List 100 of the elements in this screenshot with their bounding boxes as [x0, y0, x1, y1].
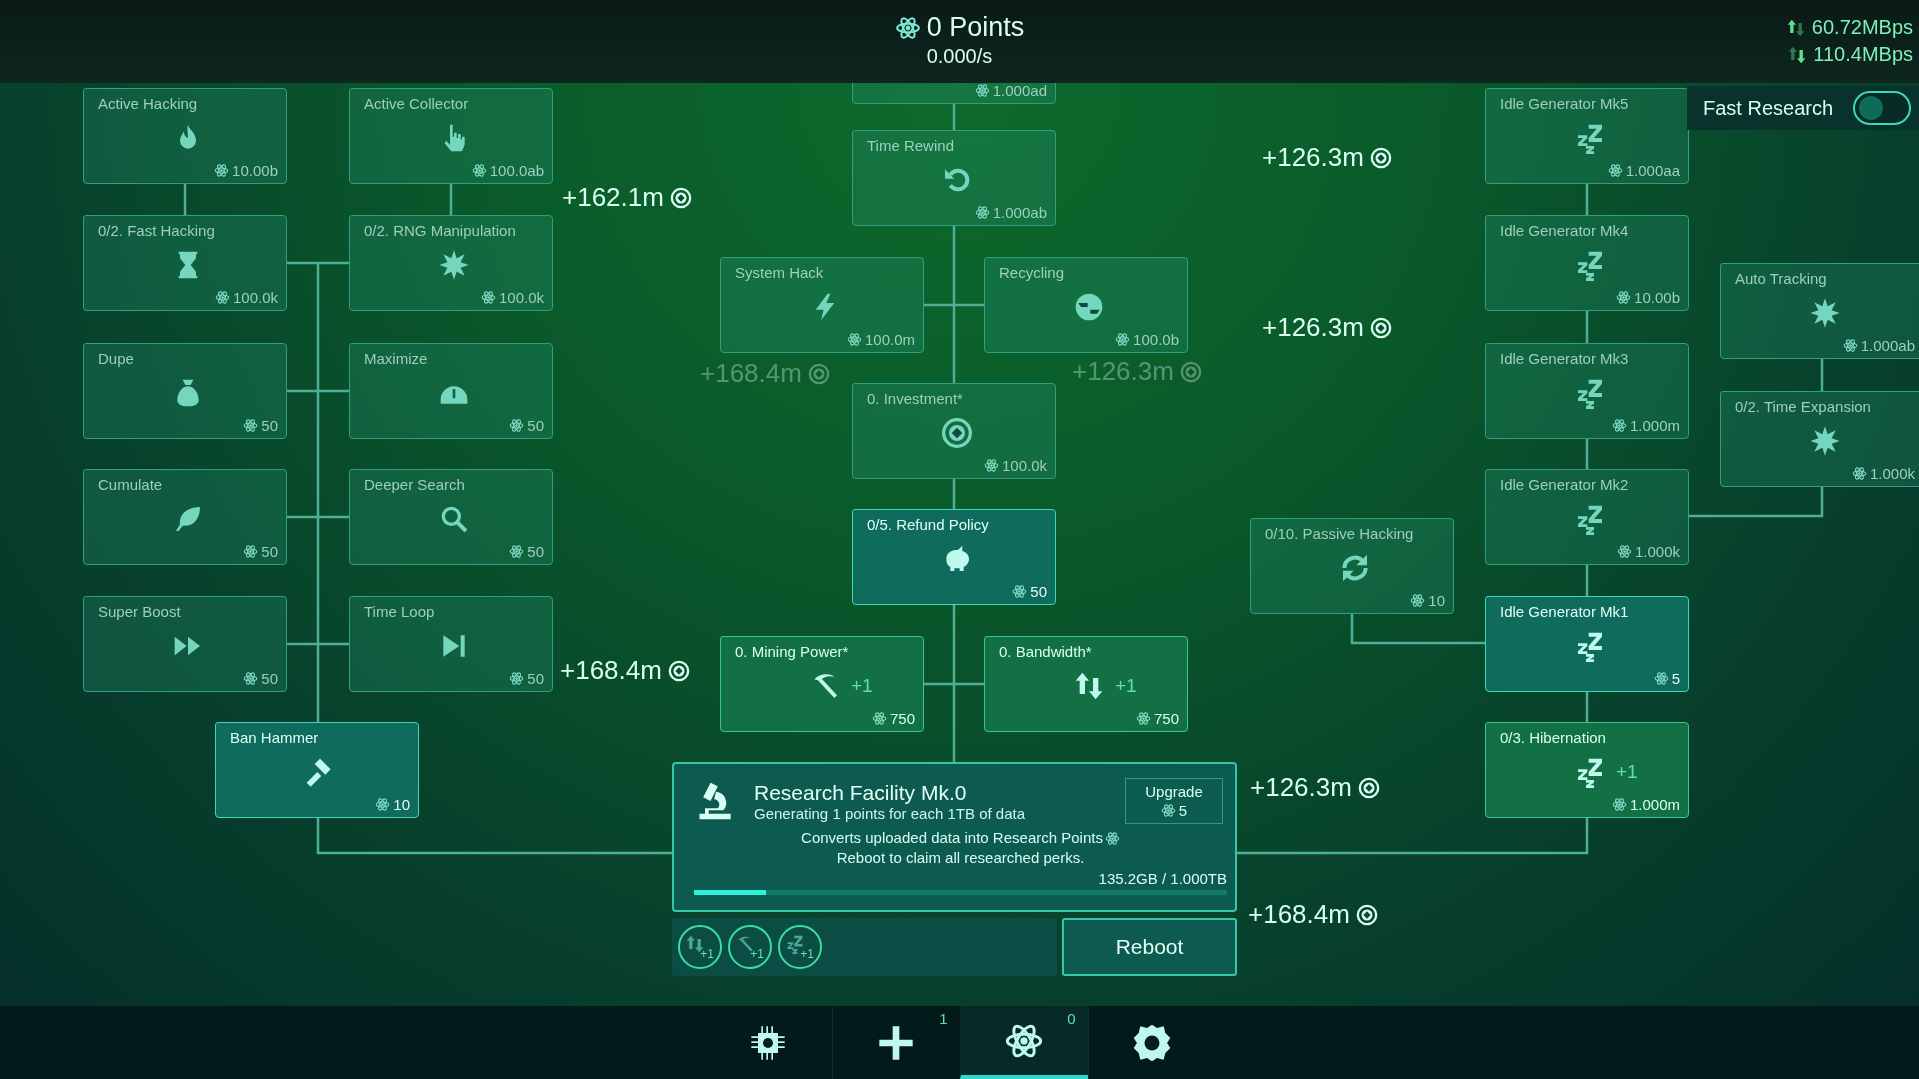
storage-reading: 135.2GB / 1.000TB: [1098, 870, 1227, 887]
cost-value: 1.000aa: [1625, 162, 1680, 179]
coin-icon: [807, 362, 830, 385]
atom-icon: [1611, 418, 1627, 433]
gain-amount: +126.3m: [1262, 142, 1364, 173]
perk-card[interactable]: Idle Generator Mk4 10.00b: [1485, 215, 1689, 311]
atom-icon: [509, 418, 525, 433]
perk-title: Idle Generator Mk2: [1500, 476, 1630, 494]
perk-title: Cumulate: [98, 476, 164, 494]
reboot-button[interactable]: Reboot: [1062, 918, 1237, 976]
cost-value: 750: [889, 710, 915, 727]
perk-title: System Hack: [735, 264, 825, 282]
perk-card[interactable]: Idle Generator Mk1 5: [1485, 596, 1689, 692]
perk-card[interactable]: Recycling 100.0b: [984, 257, 1188, 353]
perk-card[interactable]: Time Loop 50: [349, 596, 553, 692]
perk-card[interactable]: 0. Bandwidth* +1 750: [984, 636, 1188, 732]
perk-card[interactable]: Cumulate 50: [83, 469, 287, 565]
cost-value: 50: [527, 417, 544, 434]
cost-value: 1.000m: [1629, 796, 1680, 813]
nav-tab[interactable]: 1: [831, 1006, 960, 1079]
atom-icon: [1653, 671, 1669, 686]
perk-card[interactable]: Deeper Search 50: [349, 469, 553, 565]
perk-title: Deeper Search: [364, 476, 466, 494]
perk-card[interactable]: 0/5. Refund Policy 50: [852, 509, 1056, 605]
atom-icon: [1616, 544, 1632, 559]
perk-card[interactable]: Time Rewind 1.000ab: [852, 130, 1056, 226]
boost-button[interactable]: +1: [778, 925, 822, 969]
perk-card[interactable]: 0/10. Passive Hacking 10: [1250, 518, 1454, 614]
perk-title: Idle Generator Mk3: [1500, 350, 1630, 368]
cost-value: 100.0ab: [489, 162, 544, 179]
atom-icon: [871, 711, 887, 726]
perk-card[interactable]: System Hack 100.0m: [720, 257, 924, 353]
gain-amount: +126.3m: [1250, 772, 1352, 803]
connector-line: [1585, 311, 1589, 343]
perk-title: 0/2. Time Expansion: [1735, 398, 1872, 416]
perk-card[interactable]: 0. Mining Power* +1 750: [720, 636, 924, 732]
connector-line: [952, 104, 956, 130]
description-text: Converts uploaded data into Research Points: [801, 828, 1103, 848]
perk-card[interactable]: 0/2. Fast Hacking 100.0k: [83, 215, 287, 311]
perk-card[interactable]: 0. Investment* 100.0k: [852, 383, 1056, 479]
perk-card[interactable]: Auto Tracking 1.000ab: [1720, 263, 1919, 359]
perk-title: Idle Generator Mk5: [1500, 95, 1630, 113]
perk-card[interactable]: Super Boost 50: [83, 596, 287, 692]
gain-amount: +168.4m: [1248, 899, 1350, 930]
perk-card[interactable]: Ban Hammer 10: [215, 722, 419, 818]
connector-line: [1585, 184, 1589, 215]
perk-card[interactable]: 0/2. RNG Manipulation 100.0k: [349, 215, 553, 311]
perk-card[interactable]: 1.000ad: [852, 83, 1056, 104]
toggle-switch[interactable]: [1853, 91, 1911, 125]
perk-card[interactable]: 0/3. Hibernation +1 1.000m: [1485, 722, 1689, 818]
perk-title: Dupe: [98, 350, 135, 368]
atom-icon: [375, 797, 391, 812]
cost-value: 10.00b: [1634, 289, 1680, 306]
atom-icon: [983, 458, 999, 473]
atom-icon: [1410, 593, 1426, 608]
cost-value: 100.0k: [498, 289, 544, 306]
perk-card[interactable]: Idle Generator Mk2 1.000k: [1485, 469, 1689, 565]
gain-amount: +168.4m: [560, 655, 662, 686]
nav-tab[interactable]: 0: [959, 1006, 1088, 1079]
coin-icon: [669, 186, 692, 209]
upload-speed: 60.72MBps: [1811, 16, 1913, 39]
coin-icon: [1355, 903, 1378, 926]
atom-icon: [846, 332, 862, 347]
perk-title: Ban Hammer: [230, 729, 320, 747]
perk-card[interactable]: Active Hacking 10.00b: [83, 88, 287, 184]
cost-value: 5: [1671, 670, 1680, 687]
perk-title: 0/2. Fast Hacking: [98, 222, 216, 240]
count-label: 1: [939, 1010, 948, 1027]
boost-button[interactable]: +1: [728, 925, 772, 969]
connector-line: [1820, 359, 1824, 391]
perk-card[interactable]: Idle Generator Mk5 1.000aa: [1485, 88, 1689, 184]
perk-title: Super Boost: [98, 603, 182, 621]
coin-icon: [1357, 776, 1380, 799]
connector-line: [1585, 692, 1589, 722]
perk-title: Active Hacking: [98, 95, 199, 113]
atom-icon: [1842, 338, 1858, 353]
perk-card[interactable]: Active Collector 100.0ab: [349, 88, 553, 184]
cost-value: 1.000k: [1869, 465, 1915, 482]
cost-value: 100.0m: [864, 331, 915, 348]
perk-title: 0/5. Refund Policy: [867, 516, 990, 534]
gain-amount: +126.3m: [1262, 312, 1364, 343]
coin-icon: [1179, 360, 1202, 383]
atom-icon: [243, 418, 259, 433]
cost-value: 50: [527, 670, 544, 687]
perk-card[interactable]: Maximize 50: [349, 343, 553, 439]
atom-icon: [1607, 163, 1623, 178]
cost-value: 50: [527, 543, 544, 560]
perk-card[interactable]: 0/2. Time Expansion 1.000k: [1720, 391, 1919, 487]
coin-icon: [1369, 316, 1392, 339]
coin-icon: [667, 659, 690, 682]
perk-card[interactable]: Dupe 50: [83, 343, 287, 439]
perk-title: Idle Generator Mk1: [1500, 603, 1630, 621]
perk-card[interactable]: Idle Generator Mk3 1.000m: [1485, 343, 1689, 439]
upgrade-button[interactable]: Upgrade 5: [1125, 778, 1223, 824]
perk-title: Maximize: [364, 350, 429, 368]
bonus-value: +1: [1115, 674, 1137, 697]
perk-title: 0/2. RNG Manipulation: [364, 222, 517, 240]
gain-amount: +126.3m: [1072, 356, 1174, 387]
boost-button[interactable]: +1: [678, 925, 722, 969]
count-label: 0: [1067, 1010, 1076, 1027]
